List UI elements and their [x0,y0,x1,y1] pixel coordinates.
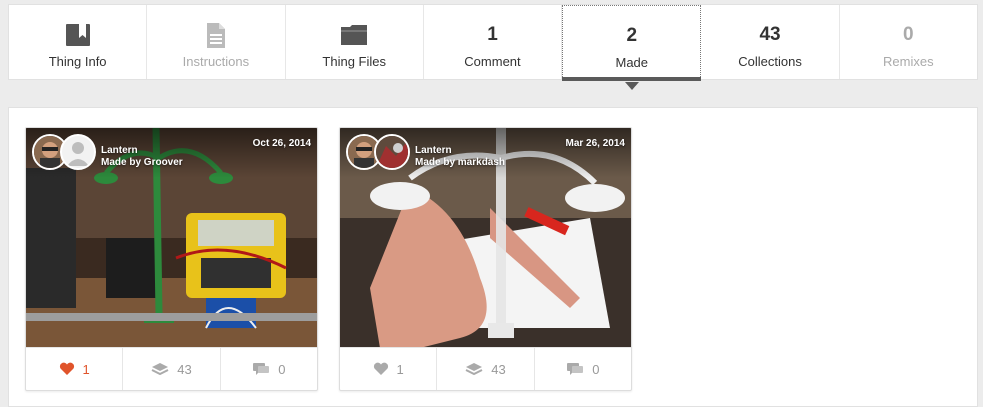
default-user-icon [62,136,94,168]
collection-count: 43 [491,361,506,377]
comment-count: 1 [487,24,498,45]
tab-label: Instructions [182,54,250,69]
tab-comment[interactable]: 1 Comment [424,5,563,79]
remixes-count: 0 [903,24,914,45]
heart-icon [373,362,388,375]
tab-label: Remixes [883,54,934,69]
tab-label: Thing Info [48,54,107,69]
made-by[interactable]: Made by markdash [415,157,505,168]
make-photo[interactable]: Lantern Made by markdash Mar 26, 2014 [340,128,631,348]
thing-tabs: Thing Info Instructions Thing Files 1 Co… [8,4,978,90]
make-date: Oct 26, 2014 [252,138,311,149]
active-tab-caret [624,82,639,90]
make-photo[interactable]: Lantern Made by Groover Oct 26, 2014 [26,128,317,348]
heart-icon [59,362,74,375]
comment-icon [253,363,270,375]
thing-name[interactable]: Lantern [415,145,452,156]
made-by[interactable]: Made by Groover [101,157,183,168]
book-icon [65,24,90,46]
document-icon [206,22,225,48]
tab-remixes[interactable]: 0 Remixes [840,5,977,79]
collections-count: 43 [759,24,781,45]
like-count: 1 [82,361,90,377]
designer-avatar-image [376,136,408,168]
tab-label: Comment [464,54,521,69]
make-date: Mar 26, 2014 [565,138,626,149]
designer-avatar[interactable] [374,134,410,170]
tab-made[interactable]: 2 Made [562,5,702,90]
make-card[interactable]: Lantern Made by markdash Mar 26, 2014 1 … [339,127,632,391]
collection-count: 43 [177,361,192,377]
like-count: 1 [396,361,404,377]
thing-name[interactable]: Lantern [101,145,138,156]
make-stats: 1 43 0 [340,347,631,390]
tab-instructions[interactable]: Instructions [147,5,286,79]
comment-icon [567,363,584,375]
made-count: 2 [626,25,638,46]
tab-collections[interactable]: 43 Collections [701,5,840,79]
like-button[interactable]: 1 [26,348,124,390]
tab-label: Collections [738,54,802,69]
comment-button[interactable]: 0 [535,348,631,390]
makes-panel: Lantern Made by Groover Oct 26, 2014 1 4… [8,107,978,407]
comment-count: 0 [278,361,286,377]
collect-button[interactable]: 43 [437,348,535,390]
collections-icon [151,363,169,376]
like-button[interactable]: 1 [340,348,438,390]
folder-icon [341,25,368,45]
make-card[interactable]: Lantern Made by Groover Oct 26, 2014 1 4… [25,127,318,391]
tab-label: Thing Files [322,54,386,69]
tab-thing-files[interactable]: Thing Files [286,5,424,79]
comment-button[interactable]: 0 [221,348,317,390]
tab-thing-info[interactable]: Thing Info [9,5,148,79]
make-stats: 1 43 0 [26,347,317,390]
collections-icon [465,363,483,376]
tab-label: Made [615,55,649,70]
designer-avatar[interactable] [60,134,96,170]
comment-count: 0 [592,361,600,377]
collect-button[interactable]: 43 [123,348,221,390]
